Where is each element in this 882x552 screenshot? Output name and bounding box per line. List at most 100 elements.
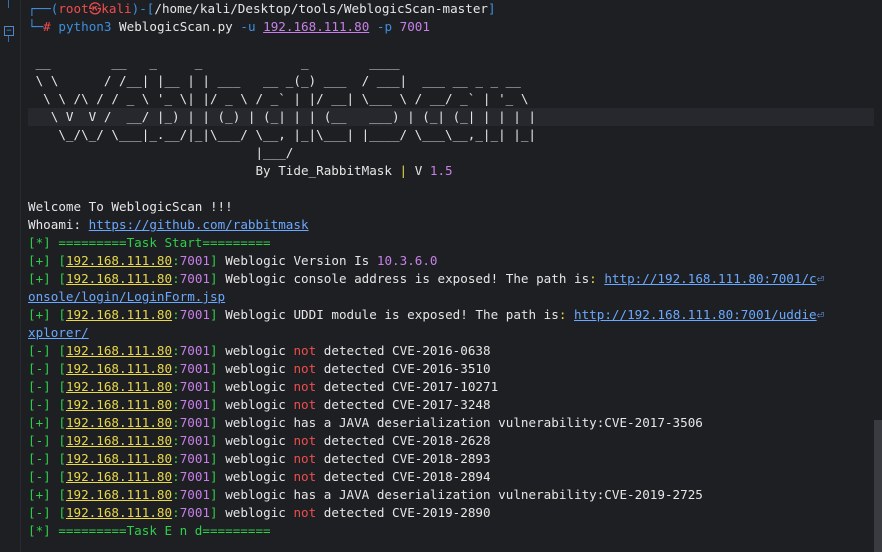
uddi-text: Weblogic UDDI module is exposed! The pat… [217, 307, 559, 322]
uddi-line-wrap: xplorer/ [28, 324, 874, 342]
status-tag: [+] [28, 307, 59, 322]
version-line: [+] [192.168.111.80:7001] Weblogic Versi… [28, 253, 438, 268]
banner-line: |___/ [28, 145, 294, 160]
cve-id-text: detected CVE-2017-3248 [316, 397, 491, 412]
cve-id-text: detected CVE-2016-3510 [316, 361, 491, 376]
fold-collapse-icon[interactable]: − [4, 26, 14, 36]
prompt-user: root [58, 1, 89, 16]
uddi-url-cont[interactable]: xplorer/ [28, 325, 89, 340]
status-tag: [-] [28, 343, 59, 358]
colon: : [589, 271, 605, 286]
target-ip: 192.168.111.80 [65, 505, 173, 520]
cve-result-line: [-] [192.168.111.80:7001] weblogic not d… [28, 343, 491, 358]
cve-results: [-] [192.168.111.80:7001] weblogic not d… [28, 342, 874, 522]
console-text: Weblogic console address is exposed! The… [217, 271, 590, 286]
gutter-guide [8, 0, 9, 8]
status-tag: [-] [28, 451, 59, 466]
cve-text: weblogic [217, 451, 294, 466]
whoami-line: Whoami: https://github.com/rabbitmask [28, 216, 874, 234]
cve-text: weblogic [217, 505, 294, 520]
console-line-wrap: onsole/login/LoginForm.jsp [28, 288, 874, 306]
status-tag: [+] [28, 415, 59, 430]
cve-text: weblogic [217, 343, 294, 358]
target-ip: 192.168.111.80 [65, 397, 173, 412]
target-ip: 192.168.111.80 [65, 433, 173, 448]
byline-separator: | [399, 163, 408, 178]
cve-result-line: [-] [192.168.111.80:7001] weblogic not d… [28, 433, 491, 448]
cve-id-text: detected CVE-2018-2894 [316, 469, 491, 484]
whoami-label: Whoami: [28, 217, 89, 232]
status-tag: [-] [28, 397, 59, 412]
target-ip: 192.168.111.80 [65, 343, 173, 358]
target-ip: 192.168.111.80 [65, 487, 173, 502]
target-ip: 192.168.111.80 [65, 361, 173, 376]
target-port: 7001 [179, 361, 211, 376]
byline: By Tide_RabbitMask | V 1.5 [28, 162, 874, 180]
not-keyword: not [293, 343, 317, 358]
prompt-line: ┌──(root㉿kali)-[/home/kali/Desktop/tools… [28, 1, 496, 16]
target-port: 7001 [179, 433, 211, 448]
task-start-line: [*] =========Task Start========= [28, 235, 271, 250]
console-url[interactable]: http://192.168.111.80:7001/c [604, 271, 816, 286]
target-ip: 192.168.111.80 [65, 253, 173, 268]
command-script: WeblogicScan.py [119, 19, 233, 34]
target-ip: 192.168.111.80 [65, 379, 173, 394]
banner-line: __ __ _ _ _ ____ [28, 55, 400, 70]
target-port: 7001 [179, 505, 211, 520]
target-port: 7001 [179, 487, 211, 502]
target-port: 7001 [179, 415, 211, 430]
console-line: [+] [192.168.111.80:7001] Weblogic conso… [28, 271, 825, 286]
banner-line: \ \ /\ / / _ \ '_ \| |/ _ \ / _` | |/ __… [28, 91, 529, 106]
target-port: 7001 [179, 343, 211, 358]
not-keyword: not [293, 505, 317, 520]
command-flag-p: -p [376, 19, 393, 34]
command-name: python3 [58, 19, 112, 34]
uddi-line: [+] [192.168.111.80:7001] Weblogic UDDI … [28, 307, 825, 322]
cve-result-line: [+] [192.168.111.80:7001] weblogic has a… [28, 415, 703, 430]
cve-text: weblogic [217, 433, 294, 448]
cve-text: weblogic [217, 379, 294, 394]
status-tag: [-] [28, 361, 59, 376]
version-text: Weblogic Version Is [217, 253, 377, 268]
cve-result-line: [-] [192.168.111.80:7001] weblogic not d… [28, 451, 491, 466]
target-ip: 192.168.111.80 [65, 451, 173, 466]
byline-v: V [407, 163, 430, 178]
byline-author: By Tide_RabbitMask [28, 163, 400, 178]
cve-result-line: [-] [192.168.111.80:7001] weblogic not d… [28, 469, 491, 484]
uddi-url[interactable]: http://192.168.111.80:7001/uddie [574, 307, 817, 322]
target-port: 7001 [179, 451, 211, 466]
status-tag: [-] [28, 469, 59, 484]
scrollbar-thumb[interactable] [874, 420, 882, 552]
not-keyword: not [293, 433, 317, 448]
cve-text: weblogic [217, 361, 294, 376]
not-keyword: not [293, 469, 317, 484]
status-tag: [+] [28, 271, 59, 286]
cve-id-text: detected CVE-2019-2890 [316, 505, 491, 520]
console-url-cont[interactable]: onsole/login/LoginForm.jsp [28, 289, 225, 304]
cve-text: weblogic [217, 397, 294, 412]
not-keyword: not [293, 379, 317, 394]
whoami-link[interactable]: https://github.com/rabbitmask [89, 217, 309, 232]
weblogic-version: 10.3.6.0 [376, 253, 438, 268]
cve-result-line: [-] [192.168.111.80:7001] weblogic not d… [28, 361, 491, 376]
terminal-window[interactable]: − ┌──(root㉿kali)-[/home/kali/Desktop/too… [0, 0, 882, 552]
target-port: 7001 [179, 253, 211, 268]
byline-version: 1.5 [429, 163, 453, 178]
terminal-output[interactable]: ┌──(root㉿kali)-[/home/kali/Desktop/tools… [28, 0, 874, 540]
command-line: └─# python3 WeblogicScan.py -u 192.168.1… [28, 19, 430, 34]
command-flag-u: -u [240, 19, 256, 34]
target-port: 7001 [179, 271, 211, 286]
prompt-host: kali [101, 1, 132, 16]
not-keyword: not [293, 361, 317, 376]
cve-result-line: [-] [192.168.111.80:7001] weblogic not d… [28, 397, 491, 412]
target-ip: 192.168.111.80 [65, 469, 173, 484]
command-ip: 192.168.111.80 [263, 19, 370, 34]
status-tag: [+] [28, 253, 59, 268]
target-port: 7001 [179, 379, 211, 394]
task-end-line: [*] =========Task E n d========= [28, 523, 271, 538]
status-tag: [-] [28, 433, 59, 448]
target-port: 7001 [179, 397, 211, 412]
not-keyword: not [293, 397, 317, 412]
cve-text: weblogic [217, 469, 294, 484]
